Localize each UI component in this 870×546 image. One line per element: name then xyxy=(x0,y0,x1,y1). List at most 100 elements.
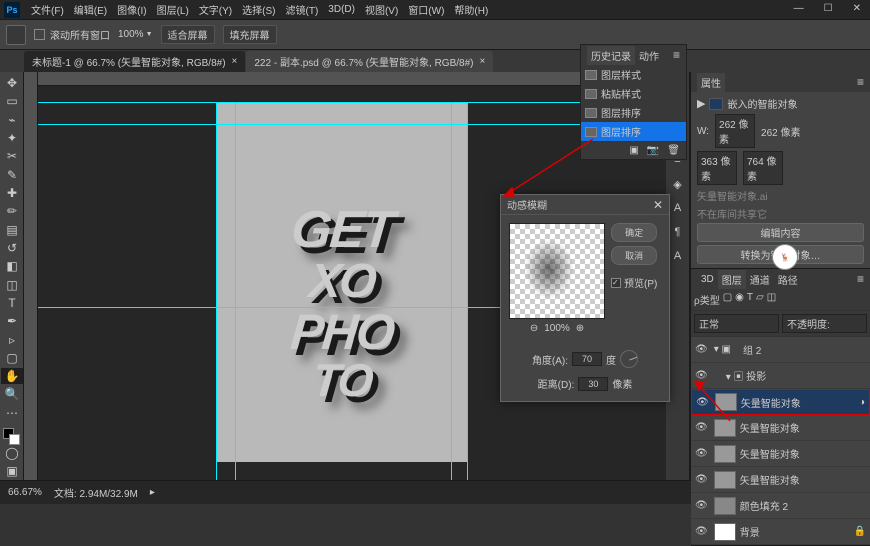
width-input[interactable]: 262 像素 xyxy=(715,114,755,148)
zoom-tool[interactable]: 🔍 xyxy=(1,386,23,402)
hand-tool[interactable]: ✋ xyxy=(1,368,23,384)
visibility-icon[interactable]: 👁 xyxy=(695,448,708,459)
filter-icon[interactable]: ▢ xyxy=(723,292,732,307)
visibility-icon[interactable]: 👁 xyxy=(695,344,708,355)
filter-icon[interactable]: ◫ xyxy=(767,292,776,307)
preview-checkbox[interactable] xyxy=(611,278,621,288)
pen-tool[interactable]: ✒ xyxy=(1,313,23,329)
paths-tab[interactable]: 路径 xyxy=(774,270,802,289)
filter-icon[interactable]: ▱ xyxy=(756,292,764,307)
zoom-pct[interactable]: 100% xyxy=(118,29,144,40)
menu-help[interactable]: 帮助(H) xyxy=(454,2,488,17)
camera-icon[interactable]: 📷 xyxy=(647,145,659,156)
trash-icon[interactable]: 🗑 xyxy=(667,145,680,156)
visibility-icon[interactable]: 👁 xyxy=(695,526,708,537)
distance-input[interactable] xyxy=(578,377,608,391)
eraser-tool[interactable]: ◧ xyxy=(1,258,23,274)
window-max[interactable]: ☐ xyxy=(824,3,833,14)
opacity[interactable]: 不透明度: xyxy=(782,314,867,333)
properties-tab[interactable]: 属性 xyxy=(697,73,725,92)
snapshot-icon[interactable]: ▣ xyxy=(629,145,638,156)
tab-doc2[interactable]: 222 - 副本.psd @ 66.7% (矢量智能对象, RGB/8#)× xyxy=(246,51,493,72)
menu-select[interactable]: 选择(S) xyxy=(242,2,275,17)
quickmask-icon[interactable]: ◯ xyxy=(1,445,23,461)
panel-menu-icon[interactable]: ≡ xyxy=(857,272,864,286)
path-tool[interactable]: ▹ xyxy=(1,331,23,347)
visibility-icon[interactable]: 👁 xyxy=(696,397,709,408)
menu-image[interactable]: 图像(I) xyxy=(117,2,146,17)
status-zoom[interactable]: 66.67% xyxy=(8,487,42,498)
shape-tool[interactable]: ▢ xyxy=(1,350,23,366)
edit-content-button[interactable]: 编辑内容 xyxy=(697,223,864,242)
menu-edit[interactable]: 编辑(E) xyxy=(74,2,107,17)
fit-screen-button[interactable]: 适合屏幕 xyxy=(161,25,215,44)
screenmode-icon[interactable]: ▣ xyxy=(1,463,23,479)
window-close[interactable]: ✕ xyxy=(853,3,861,14)
filter-icon[interactable]: T xyxy=(747,292,753,307)
eyedropper-tool[interactable]: ✎ xyxy=(1,167,23,183)
visibility-icon[interactable]: 👁 xyxy=(695,370,708,381)
layers-tab[interactable]: 图层 xyxy=(718,270,746,289)
heal-tool[interactable]: ✚ xyxy=(1,185,23,201)
tab-close-icon[interactable]: × xyxy=(232,56,238,67)
cancel-button[interactable]: 取消 xyxy=(611,246,657,265)
visibility-icon[interactable]: 👁 xyxy=(695,500,708,511)
marquee-tool[interactable]: ▭ xyxy=(1,93,23,109)
x-input[interactable]: 363 像素 xyxy=(697,151,737,185)
filter-icon[interactable]: ◉ xyxy=(735,292,744,307)
menu-layer[interactable]: 图层(L) xyxy=(157,2,189,17)
layer-item[interactable]: 👁矢量智能对象 xyxy=(691,467,870,493)
crop-tool[interactable]: ✂ xyxy=(1,148,23,164)
layer-bg[interactable]: 👁背景🔒 xyxy=(691,519,870,545)
tab-doc1[interactable]: 未标题-1 @ 66.7% (矢量智能对象, RGB/8#)× xyxy=(24,51,245,72)
history-tab[interactable]: 历史记录 xyxy=(587,46,635,65)
lasso-tool[interactable]: ⌁ xyxy=(1,112,23,128)
menu-window[interactable]: 窗口(W) xyxy=(408,2,444,17)
angle-wheel[interactable] xyxy=(620,350,638,368)
zoom-out-icon[interactable]: ⊖ xyxy=(530,323,538,334)
fill-screen-button[interactable]: 填充屏幕 xyxy=(223,25,277,44)
layer-item[interactable]: 👁矢量智能对象 xyxy=(691,415,870,441)
wand-tool[interactable]: ✦ xyxy=(1,130,23,146)
window-min[interactable]: — xyxy=(794,3,804,14)
tool-preset-icon[interactable] xyxy=(6,25,26,45)
angle-input[interactable] xyxy=(572,352,602,366)
3d-tab[interactable]: 3D xyxy=(697,272,718,287)
properties-panel: 属性≡ ▶ 嵌入的智能对象 W:262 像素262 像素 363 像素764 像… xyxy=(691,72,870,269)
tab-close-icon[interactable]: × xyxy=(479,56,485,67)
channels-tab[interactable]: 通道 xyxy=(746,270,774,289)
ok-button[interactable]: 确定 xyxy=(611,223,657,242)
actions-tab[interactable]: 动作 xyxy=(635,46,663,65)
brush-tool[interactable]: ✏ xyxy=(1,203,23,219)
history-item[interactable]: 图层样式 xyxy=(581,65,686,84)
visibility-icon[interactable]: 👁 xyxy=(695,474,708,485)
menu-3d[interactable]: 3D(D) xyxy=(328,4,355,15)
stamp-tool[interactable]: ▤ xyxy=(1,222,23,238)
history-item[interactable]: 图层排序 xyxy=(581,103,686,122)
fg-bg-swatch[interactable] xyxy=(1,426,23,442)
visibility-icon[interactable]: 👁 xyxy=(695,422,708,433)
menu-type[interactable]: 文字(Y) xyxy=(199,2,232,17)
menu-file[interactable]: 文件(F) xyxy=(31,2,64,17)
history-brush-tool[interactable]: ↺ xyxy=(1,240,23,256)
move-tool[interactable]: ✥ xyxy=(1,75,23,91)
zoom-in-icon[interactable]: ⊕ xyxy=(576,323,584,334)
menu-view[interactable]: 视图(V) xyxy=(365,2,398,17)
panel-menu-icon[interactable]: ≡ xyxy=(857,75,864,89)
layer-item[interactable]: 👁矢量智能对象 xyxy=(691,441,870,467)
gradient-tool[interactable]: ◫ xyxy=(1,276,23,292)
layer-smart-object[interactable]: 👁矢量智能对象◑ xyxy=(691,389,870,415)
layer-group[interactable]: 👁▾ ▣ 投影 xyxy=(691,363,870,389)
panel-icon[interactable]: ◈ xyxy=(666,172,689,196)
y-input[interactable]: 764 像素 xyxy=(743,151,783,185)
edit-toolbar[interactable]: ⋯ xyxy=(1,405,23,421)
scroll-checkbox[interactable] xyxy=(34,29,45,40)
type-tool[interactable]: T xyxy=(1,295,23,311)
menu-filter[interactable]: 滤镜(T) xyxy=(286,2,319,17)
history-item[interactable]: 粘贴样式 xyxy=(581,84,686,103)
layer-fill[interactable]: 👁颜色填充 2 xyxy=(691,493,870,519)
layer-group[interactable]: 👁▾ ▣组 2 xyxy=(691,337,870,363)
history-item[interactable]: 图层排序 xyxy=(581,122,686,141)
dialog-close[interactable]: ✕ xyxy=(653,198,663,212)
blend-mode[interactable]: 正常 xyxy=(694,314,779,333)
